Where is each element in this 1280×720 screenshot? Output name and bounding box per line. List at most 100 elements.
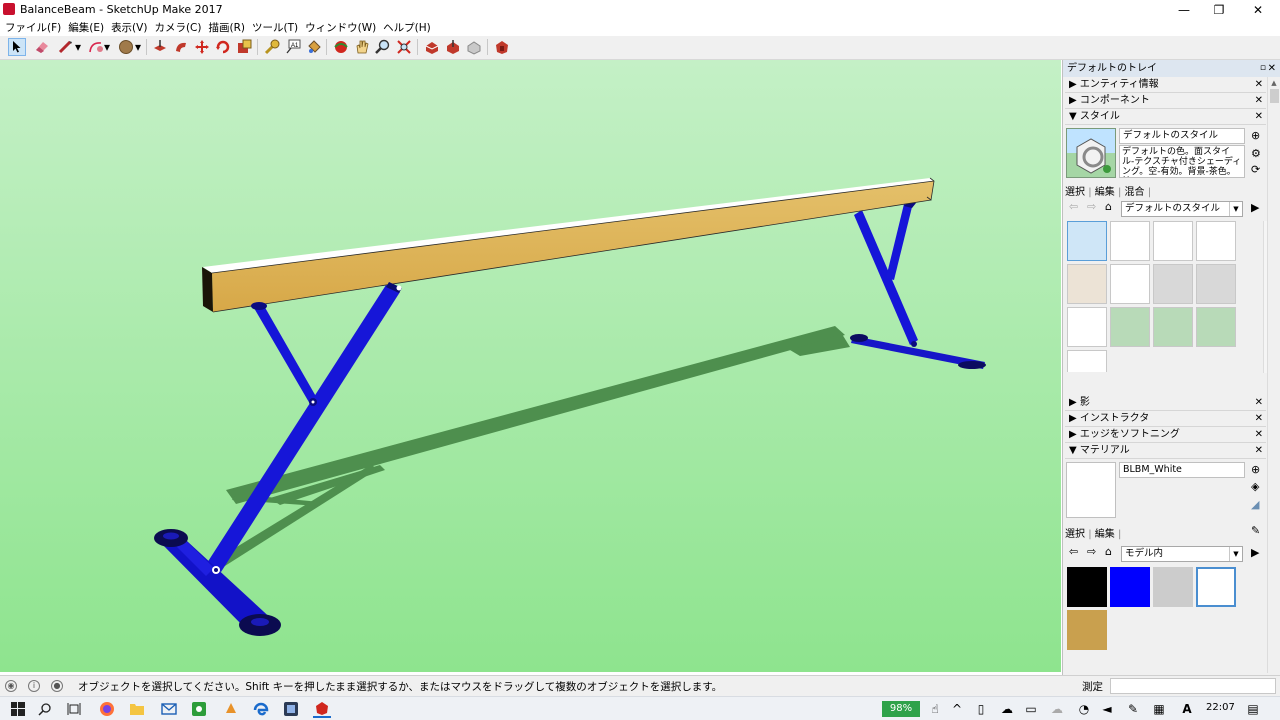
tray-scrollbar[interactable]: ▲: [1267, 77, 1280, 673]
tab-edit[interactable]: 編集: [1095, 187, 1115, 198]
create-material-icon[interactable]: ⊕: [1251, 463, 1260, 476]
app-dark-icon[interactable]: [282, 700, 300, 718]
style-description-field[interactable]: デフォルトの色。面スタイル-テクスチャ付きシェーディング。空-有効。背景-茶色。…: [1119, 145, 1245, 178]
zoom-icon[interactable]: [374, 38, 392, 56]
style-thumbnail[interactable]: [1067, 307, 1107, 347]
keyboard-icon[interactable]: ▦: [1150, 700, 1168, 718]
menu-edit[interactable]: 編集(E): [68, 20, 104, 36]
update-style-icon[interactable]: ⚙: [1251, 147, 1261, 160]
style-library-select[interactable]: デフォルトのスタイル ▼: [1121, 201, 1243, 217]
chevron-down-icon[interactable]: ▼: [1229, 202, 1242, 216]
app-orange-icon[interactable]: [222, 700, 240, 718]
extension-warehouse-icon[interactable]: [493, 38, 511, 56]
details-icon[interactable]: ▶: [1251, 546, 1259, 559]
menu-file[interactable]: ファイル(F): [5, 20, 61, 36]
sketchup-taskbar-icon[interactable]: [313, 700, 331, 718]
menu-tools[interactable]: ツール(T): [252, 20, 298, 36]
move-icon[interactable]: [193, 38, 211, 56]
style-thumbnail[interactable]: [1153, 264, 1193, 304]
edge-icon[interactable]: [252, 700, 270, 718]
style-thumbnail[interactable]: [1196, 307, 1236, 347]
style-thumbnail[interactable]: [1110, 264, 1150, 304]
battery-indicator[interactable]: 98%: [882, 701, 920, 717]
pushpull-icon[interactable]: [151, 38, 169, 56]
sample-paint-icon[interactable]: ◢: [1251, 498, 1259, 511]
menu-window[interactable]: ウィンドウ(W): [305, 20, 376, 36]
zoom-extents-icon[interactable]: [395, 38, 413, 56]
orbit-icon[interactable]: [332, 38, 350, 56]
paint-bucket-icon[interactable]: [305, 38, 323, 56]
style-thumbnail[interactable]: [1153, 221, 1193, 261]
refresh-icon[interactable]: ⟳: [1251, 163, 1260, 176]
get-component-icon[interactable]: [465, 38, 483, 56]
section-shadows[interactable]: ▶ 影 ✕: [1065, 395, 1266, 411]
line-dropdown-icon[interactable]: ▾: [74, 38, 82, 56]
back-icon[interactable]: ⇦: [1069, 200, 1078, 213]
style-thumbnail[interactable]: [1196, 264, 1236, 304]
style-thumbnail[interactable]: [1153, 307, 1193, 347]
create-style-icon[interactable]: ⊕: [1251, 129, 1260, 142]
firefox-icon[interactable]: [98, 700, 116, 718]
ime-indicator[interactable]: A: [1178, 700, 1196, 718]
close-icon[interactable]: ✕: [1255, 109, 1263, 125]
material-name-field[interactable]: BLBM_White: [1119, 462, 1245, 478]
notifications-icon[interactable]: ▤: [1244, 700, 1262, 718]
rotate-icon[interactable]: [214, 38, 232, 56]
menu-help[interactable]: ヘルプ(H): [383, 20, 431, 36]
tape-measure-icon[interactable]: [263, 38, 281, 56]
style-thumbnail[interactable]: [1196, 221, 1236, 261]
home-icon[interactable]: ⌂: [1105, 545, 1112, 558]
back-icon[interactable]: ⇦: [1069, 545, 1078, 558]
forward-icon[interactable]: ⇨: [1087, 200, 1096, 213]
geo-location-icon[interactable]: ◉: [5, 680, 17, 692]
clock[interactable]: 22:07: [1206, 702, 1235, 713]
credits-icon[interactable]: i: [28, 680, 40, 692]
menu-draw[interactable]: 描画(R): [208, 20, 245, 36]
section-entity-info[interactable]: ▶ エンティティ情報 ✕: [1065, 77, 1266, 93]
default-material-icon[interactable]: ◈: [1251, 480, 1259, 493]
cloud-icon[interactable]: ☁: [1048, 700, 1066, 718]
shape-icon[interactable]: [117, 38, 135, 56]
close-icon[interactable]: ✕: [1255, 93, 1263, 109]
model-viewport[interactable]: [0, 60, 1061, 672]
minimize-button[interactable]: —: [1166, 0, 1202, 20]
maximize-button[interactable]: ❐: [1201, 0, 1237, 20]
mail-icon[interactable]: [160, 700, 178, 718]
material-swatch[interactable]: [1067, 610, 1107, 650]
menu-camera[interactable]: カメラ(C): [154, 20, 201, 36]
tab-select[interactable]: 選択: [1065, 529, 1085, 540]
measurements-box[interactable]: [1110, 678, 1276, 694]
tab-select[interactable]: 選択: [1065, 187, 1085, 198]
menu-view[interactable]: 表示(V): [111, 20, 147, 36]
close-icon[interactable]: ✕: [1255, 395, 1263, 411]
search-icon[interactable]: [36, 700, 54, 718]
line-icon[interactable]: [57, 38, 75, 56]
3d-warehouse-icon[interactable]: [423, 38, 441, 56]
wifi-icon[interactable]: ◔: [1075, 700, 1093, 718]
user-icon[interactable]: ●: [51, 680, 63, 692]
close-button[interactable]: ✕: [1240, 0, 1276, 20]
eyedropper-icon[interactable]: ✎: [1251, 524, 1260, 537]
arc-dropdown-icon[interactable]: ▾: [103, 38, 111, 56]
details-icon[interactable]: ▶: [1251, 201, 1259, 214]
tab-mix[interactable]: 混合: [1125, 187, 1145, 198]
pen-icon[interactable]: ✎: [1124, 700, 1142, 718]
app-green-icon[interactable]: [190, 700, 208, 718]
home-icon[interactable]: ⌂: [1105, 200, 1112, 213]
section-materials[interactable]: ▼ マテリアル ✕: [1065, 443, 1266, 459]
close-icon[interactable]: ✕: [1255, 411, 1263, 427]
hand-icon[interactable]: ☝: [926, 700, 944, 718]
windows-start-icon[interactable]: [9, 700, 27, 718]
phone-icon[interactable]: ▯: [972, 700, 990, 718]
chevron-up-icon[interactable]: ^: [948, 700, 966, 718]
style-thumbnail[interactable]: [1067, 221, 1107, 261]
task-view-icon[interactable]: [65, 700, 83, 718]
eraser-icon[interactable]: [33, 38, 51, 56]
select-arrow-icon[interactable]: [8, 38, 26, 56]
scale-icon[interactable]: [235, 38, 253, 56]
material-swatch[interactable]: [1153, 567, 1193, 607]
tray-close-icon[interactable]: ✕: [1268, 60, 1276, 77]
pin-icon[interactable]: ▫: [1260, 60, 1266, 77]
onedrive-icon[interactable]: ☁: [998, 700, 1016, 718]
volume-icon[interactable]: ◄: [1098, 700, 1116, 718]
